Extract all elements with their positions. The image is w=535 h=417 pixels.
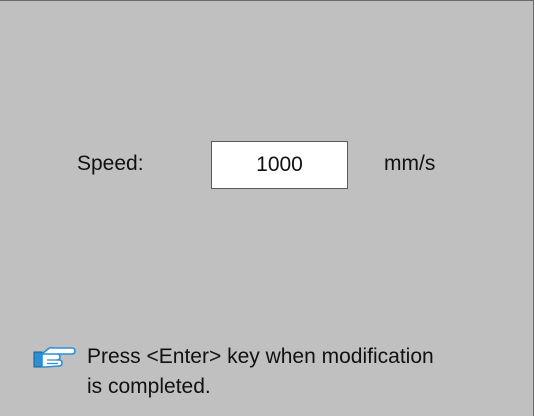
speed-unit-label: mm/s <box>384 152 436 175</box>
hint-line-2: is completed. <box>87 375 211 398</box>
speed-setting-panel: Speed: mm/s Press <Enter> key when modif… <box>0 0 534 416</box>
speed-label: Speed: <box>77 152 144 175</box>
speed-input[interactable] <box>211 141 348 189</box>
hint-message: Press <Enter> key when modification is c… <box>87 342 517 402</box>
hint-line-1: Press <Enter> key when modification <box>87 345 434 368</box>
pointing-hand-icon <box>33 343 77 373</box>
